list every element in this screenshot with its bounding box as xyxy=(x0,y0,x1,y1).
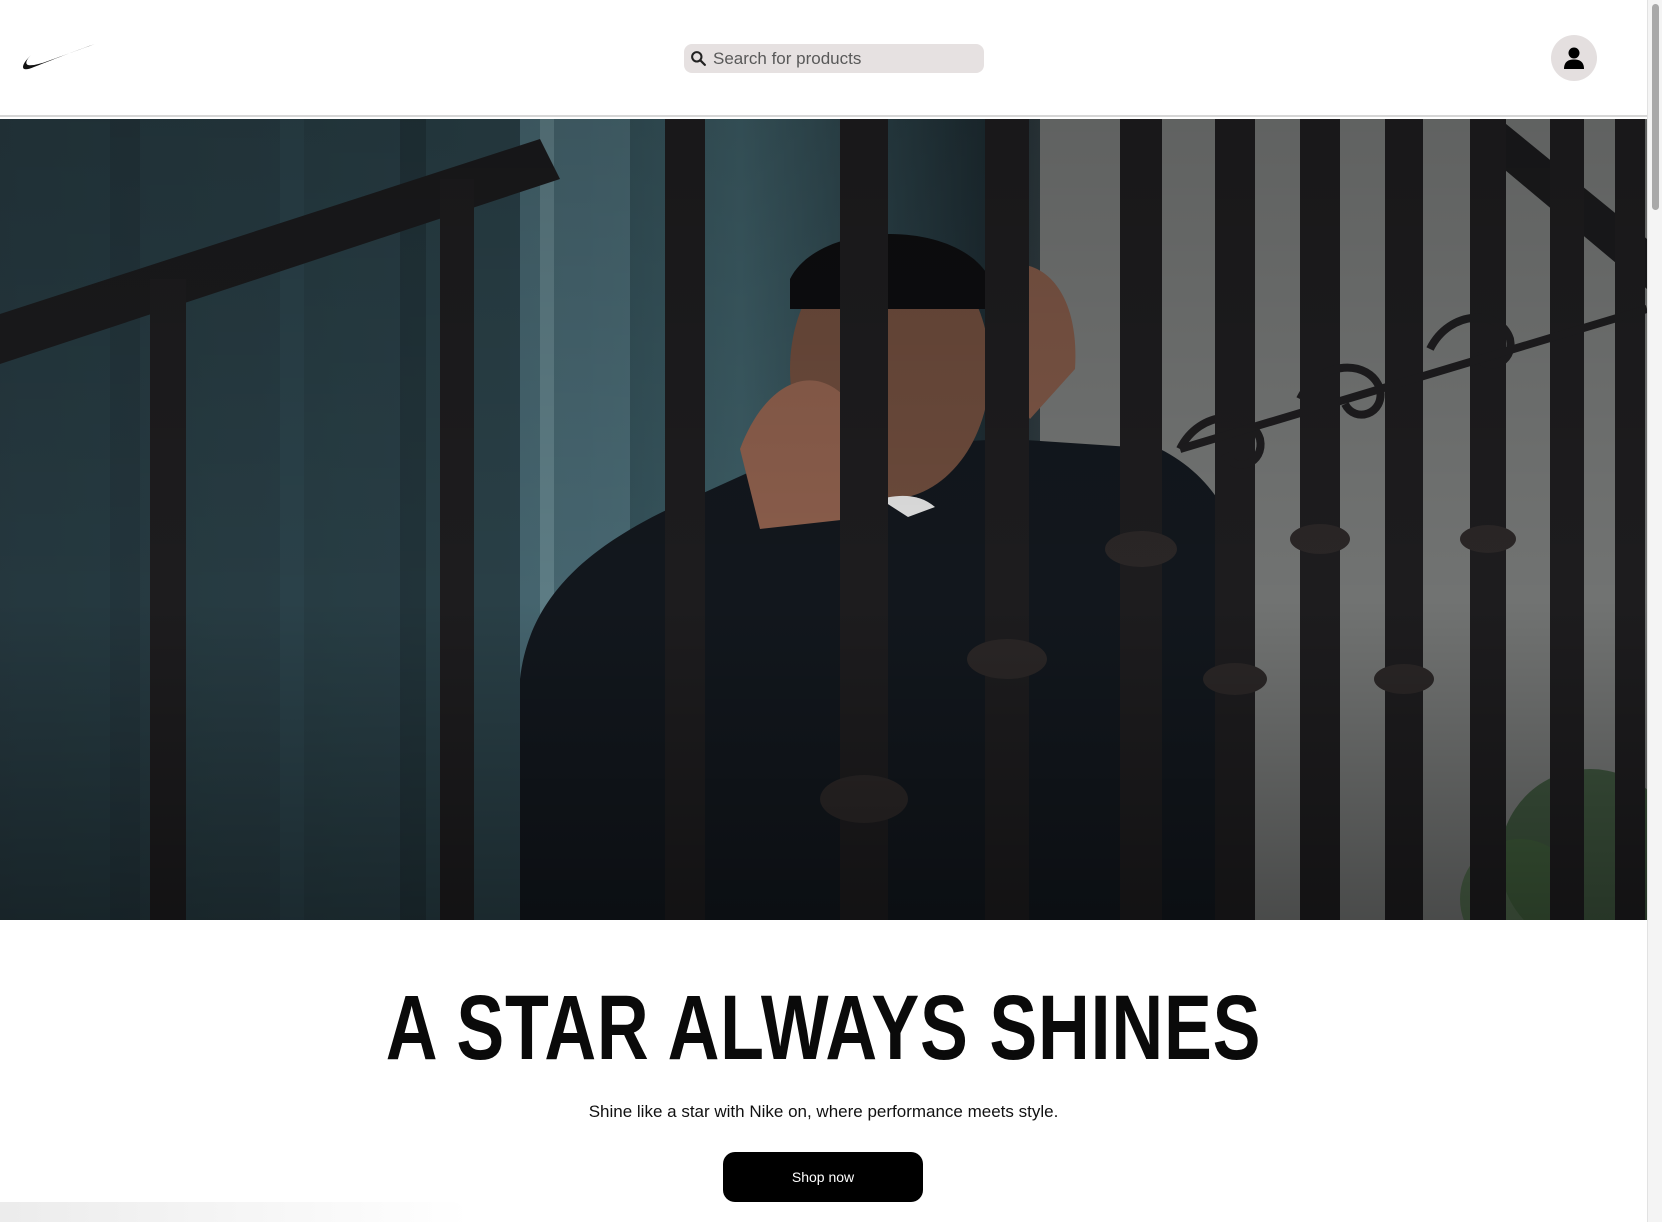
hero-subtitle: Shine like a star with Nike on, where pe… xyxy=(588,1102,1059,1121)
hero-headline: A STAR ALWAYS SHINES xyxy=(385,977,1262,1079)
shop-now-button[interactable]: Shop now xyxy=(723,1152,923,1202)
hero-image xyxy=(0,119,1647,920)
scrollbar-thumb[interactable] xyxy=(1652,4,1659,210)
nike-swoosh-icon xyxy=(23,44,95,70)
nike-logo-link[interactable] xyxy=(22,40,96,76)
page-scrollbar[interactable] xyxy=(1647,0,1662,1222)
account-button[interactable] xyxy=(1551,35,1597,81)
search-bar[interactable] xyxy=(684,44,984,73)
search-input[interactable] xyxy=(713,44,984,73)
hero-video[interactable] xyxy=(0,119,1647,920)
page: A STAR ALWAYS SHINES Shine like a star w… xyxy=(0,0,1647,1222)
site-header xyxy=(0,0,1647,117)
user-icon xyxy=(1564,47,1584,69)
search-icon xyxy=(691,51,706,66)
bottom-overlay-edge xyxy=(0,1202,470,1222)
